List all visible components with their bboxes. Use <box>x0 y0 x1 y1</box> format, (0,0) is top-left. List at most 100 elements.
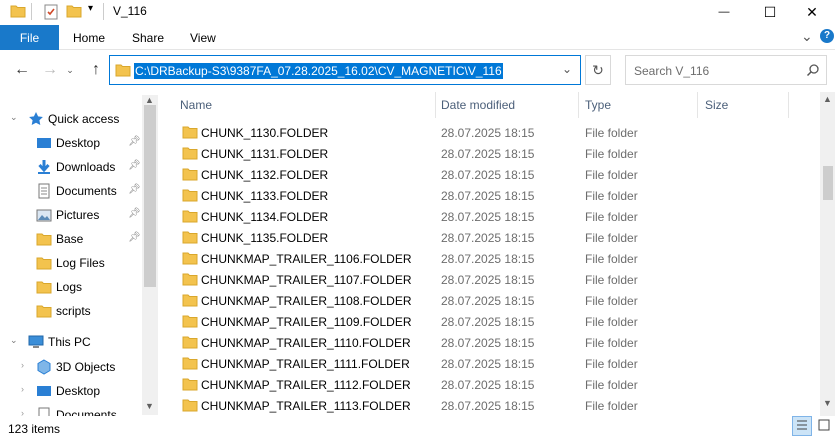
file-list-scrollbar-thumb[interactable] <box>823 166 833 200</box>
search-input[interactable]: Search V_116 <box>634 64 709 78</box>
table-row[interactable]: CHUNKMAP_TRAILER_1107.FOLDER 28.07.2025 1… <box>160 269 820 290</box>
minimize-button[interactable]: — <box>701 0 747 24</box>
table-row[interactable]: CHUNKMAP_TRAILER_1110.FOLDER 28.07.2025 1… <box>160 332 820 353</box>
chevron-right-icon[interactable]: › <box>21 360 24 370</box>
table-row[interactable]: CHUNK_1134.FOLDER 28.07.2025 18:15 File fo… <box>160 206 820 227</box>
file-type: File folder <box>585 399 638 413</box>
table-row[interactable]: CHUNKMAP_TRAILER_1109.FOLDER 28.07.2025 1… <box>160 311 820 332</box>
expand-ribbon-icon[interactable]: ⌄ <box>801 28 813 45</box>
nav-quick-access[interactable]: ⌄ Quick access <box>0 108 142 130</box>
nav-scrollbar-thumb[interactable] <box>144 105 156 287</box>
column-divider[interactable] <box>788 92 789 118</box>
navigation-pane: ⌄ Quick access Desktop 📌︎ Downloads 📌︎ D… <box>0 92 158 416</box>
chevron-down-icon[interactable]: ⌄ <box>10 112 18 123</box>
file-date: 28.07.2025 18:15 <box>441 126 535 140</box>
refresh-icon: ↻ <box>592 61 604 78</box>
nav-item-scripts[interactable]: scripts <box>0 300 142 322</box>
computer-icon <box>28 334 44 350</box>
nav-item-logs[interactable]: Logs <box>0 276 142 298</box>
chevron-right-icon[interactable]: › <box>21 408 24 416</box>
scroll-up-icon[interactable]: ▲ <box>823 94 832 104</box>
file-date: 28.07.2025 18:15 <box>441 189 535 203</box>
file-date: 28.07.2025 18:15 <box>441 294 535 308</box>
nav-item-3d-objects[interactable]: › 3D Objects <box>0 356 142 378</box>
file-date: 28.07.2025 18:15 <box>441 252 535 266</box>
column-divider[interactable] <box>435 92 436 118</box>
large-icons-view-button[interactable] <box>814 416 834 436</box>
folder-icon <box>36 279 52 295</box>
column-header-date[interactable]: Date modified <box>441 98 515 112</box>
column-divider[interactable] <box>697 92 698 118</box>
back-button[interactable]: ← <box>12 60 32 80</box>
arrow-up-icon: ↑ <box>92 61 100 78</box>
file-name: CHUNK_1132.FOLDER <box>201 168 329 182</box>
tab-home[interactable]: Home <box>73 31 105 45</box>
nav-item-log-files[interactable]: Log Files <box>0 252 142 274</box>
table-row[interactable]: CHUNK_1135.FOLDER 28.07.2025 18:15 File fo… <box>160 227 820 248</box>
close-button[interactable]: ✕ <box>789 0 835 24</box>
up-button[interactable]: ↑ <box>86 60 106 80</box>
recent-locations-button[interactable]: ⌄ <box>60 60 80 80</box>
nav-item-pictures[interactable]: Pictures 📌︎ <box>0 204 142 226</box>
folder-icon <box>36 255 52 271</box>
ribbon-tabs: File Home Share View ⌄ ? <box>0 25 835 50</box>
nav-item-documents[interactable]: Documents 📌︎ <box>0 180 142 202</box>
folder-icon <box>115 63 131 80</box>
address-dropdown-icon[interactable]: ⌄ <box>562 62 572 76</box>
pin-icon: 📌︎ <box>128 232 141 243</box>
folder-icon <box>182 356 198 373</box>
column-header-size[interactable]: Size <box>705 98 728 112</box>
scroll-up-icon[interactable]: ▲ <box>145 95 154 105</box>
table-row[interactable]: CHUNK_1132.FOLDER 28.07.2025 18:15 File fo… <box>160 164 820 185</box>
maximize-button[interactable]: ☐ <box>747 0 793 24</box>
nav-item-pc-documents[interactable]: › Documents <box>0 404 142 416</box>
address-path[interactable]: C:\DRBackup-S3\9387FA_07.28.2025_16.02\C… <box>134 63 503 79</box>
table-row[interactable]: CHUNKMAP_TRAILER_1106.FOLDER 28.07.2025 1… <box>160 248 820 269</box>
nav-scrollbar[interactable]: ▲ ▼ <box>142 95 158 415</box>
search-box[interactable]: Search V_116 <box>625 55 827 85</box>
nav-label: Logs <box>56 280 83 294</box>
column-divider[interactable] <box>578 92 579 118</box>
scroll-down-icon[interactable]: ▼ <box>145 401 154 411</box>
file-type: File folder <box>585 294 638 308</box>
file-name: CHUNKMAP_TRAILER_1111.FOLDER <box>201 357 410 371</box>
address-bar[interactable]: C:\DRBackup-S3\9387FA_07.28.2025_16.02\C… <box>109 55 581 85</box>
table-row[interactable]: CHUNKMAP_TRAILER_1111.FOLDER 28.07.2025 1… <box>160 353 820 374</box>
folder-icon <box>182 377 198 394</box>
table-row[interactable]: CHUNK_1133.FOLDER 28.07.2025 18:15 File fo… <box>160 185 820 206</box>
forward-button[interactable]: → <box>40 60 60 80</box>
table-row[interactable]: CHUNK_1130.FOLDER 28.07.2025 18:15 File fo… <box>160 122 820 143</box>
table-row[interactable]: CHUNKMAP_TRAILER_1113.FOLDER 28.07.2025 1… <box>160 395 820 416</box>
refresh-button[interactable]: ↻ <box>585 55 611 85</box>
file-list-scrollbar[interactable]: ▲ ▼ <box>820 92 835 416</box>
nav-item-desktop[interactable]: Desktop 📌︎ <box>0 132 142 154</box>
tab-file[interactable]: File <box>0 25 59 50</box>
arrow-right-icon: → <box>42 61 58 78</box>
table-row[interactable]: CHUNKMAP_TRAILER_1108.FOLDER 28.07.2025 1… <box>160 290 820 311</box>
properties-icon[interactable] <box>43 4 59 23</box>
column-header-name[interactable]: Name <box>180 98 212 112</box>
file-list: ^ Name Date modified Type Size CHUNK_113… <box>160 92 820 416</box>
file-type: File folder <box>585 231 638 245</box>
nav-item-downloads[interactable]: Downloads 📌︎ <box>0 156 142 178</box>
nav-this-pc[interactable]: ⌄ This PC <box>0 331 142 353</box>
column-header-type[interactable]: Type <box>585 98 611 112</box>
file-type: File folder <box>585 168 638 182</box>
new-folder-icon[interactable] <box>66 4 82 21</box>
tab-share[interactable]: Share <box>132 31 164 45</box>
table-row[interactable]: CHUNK_1131.FOLDER 28.07.2025 18:15 File fo… <box>160 143 820 164</box>
tab-view[interactable]: View <box>190 31 216 45</box>
help-icon[interactable]: ? <box>820 29 834 43</box>
nav-item-pc-desktop[interactable]: › Desktop <box>0 380 142 402</box>
nav-item-base[interactable]: Base 📌︎ <box>0 228 142 250</box>
scroll-down-icon[interactable]: ▼ <box>823 398 832 408</box>
table-row[interactable]: CHUNKMAP_TRAILER_1112.FOLDER 28.07.2025 1… <box>160 374 820 395</box>
chevron-right-icon[interactable]: › <box>21 384 24 394</box>
nav-label: Desktop <box>56 136 101 150</box>
customize-qat-icon[interactable]: ▾ <box>88 3 93 14</box>
details-view-button[interactable] <box>792 416 812 436</box>
chevron-down-icon[interactable]: ⌄ <box>10 335 18 346</box>
folder-icon <box>36 231 52 247</box>
file-date: 28.07.2025 18:15 <box>441 357 535 371</box>
folder-icon <box>182 293 198 310</box>
